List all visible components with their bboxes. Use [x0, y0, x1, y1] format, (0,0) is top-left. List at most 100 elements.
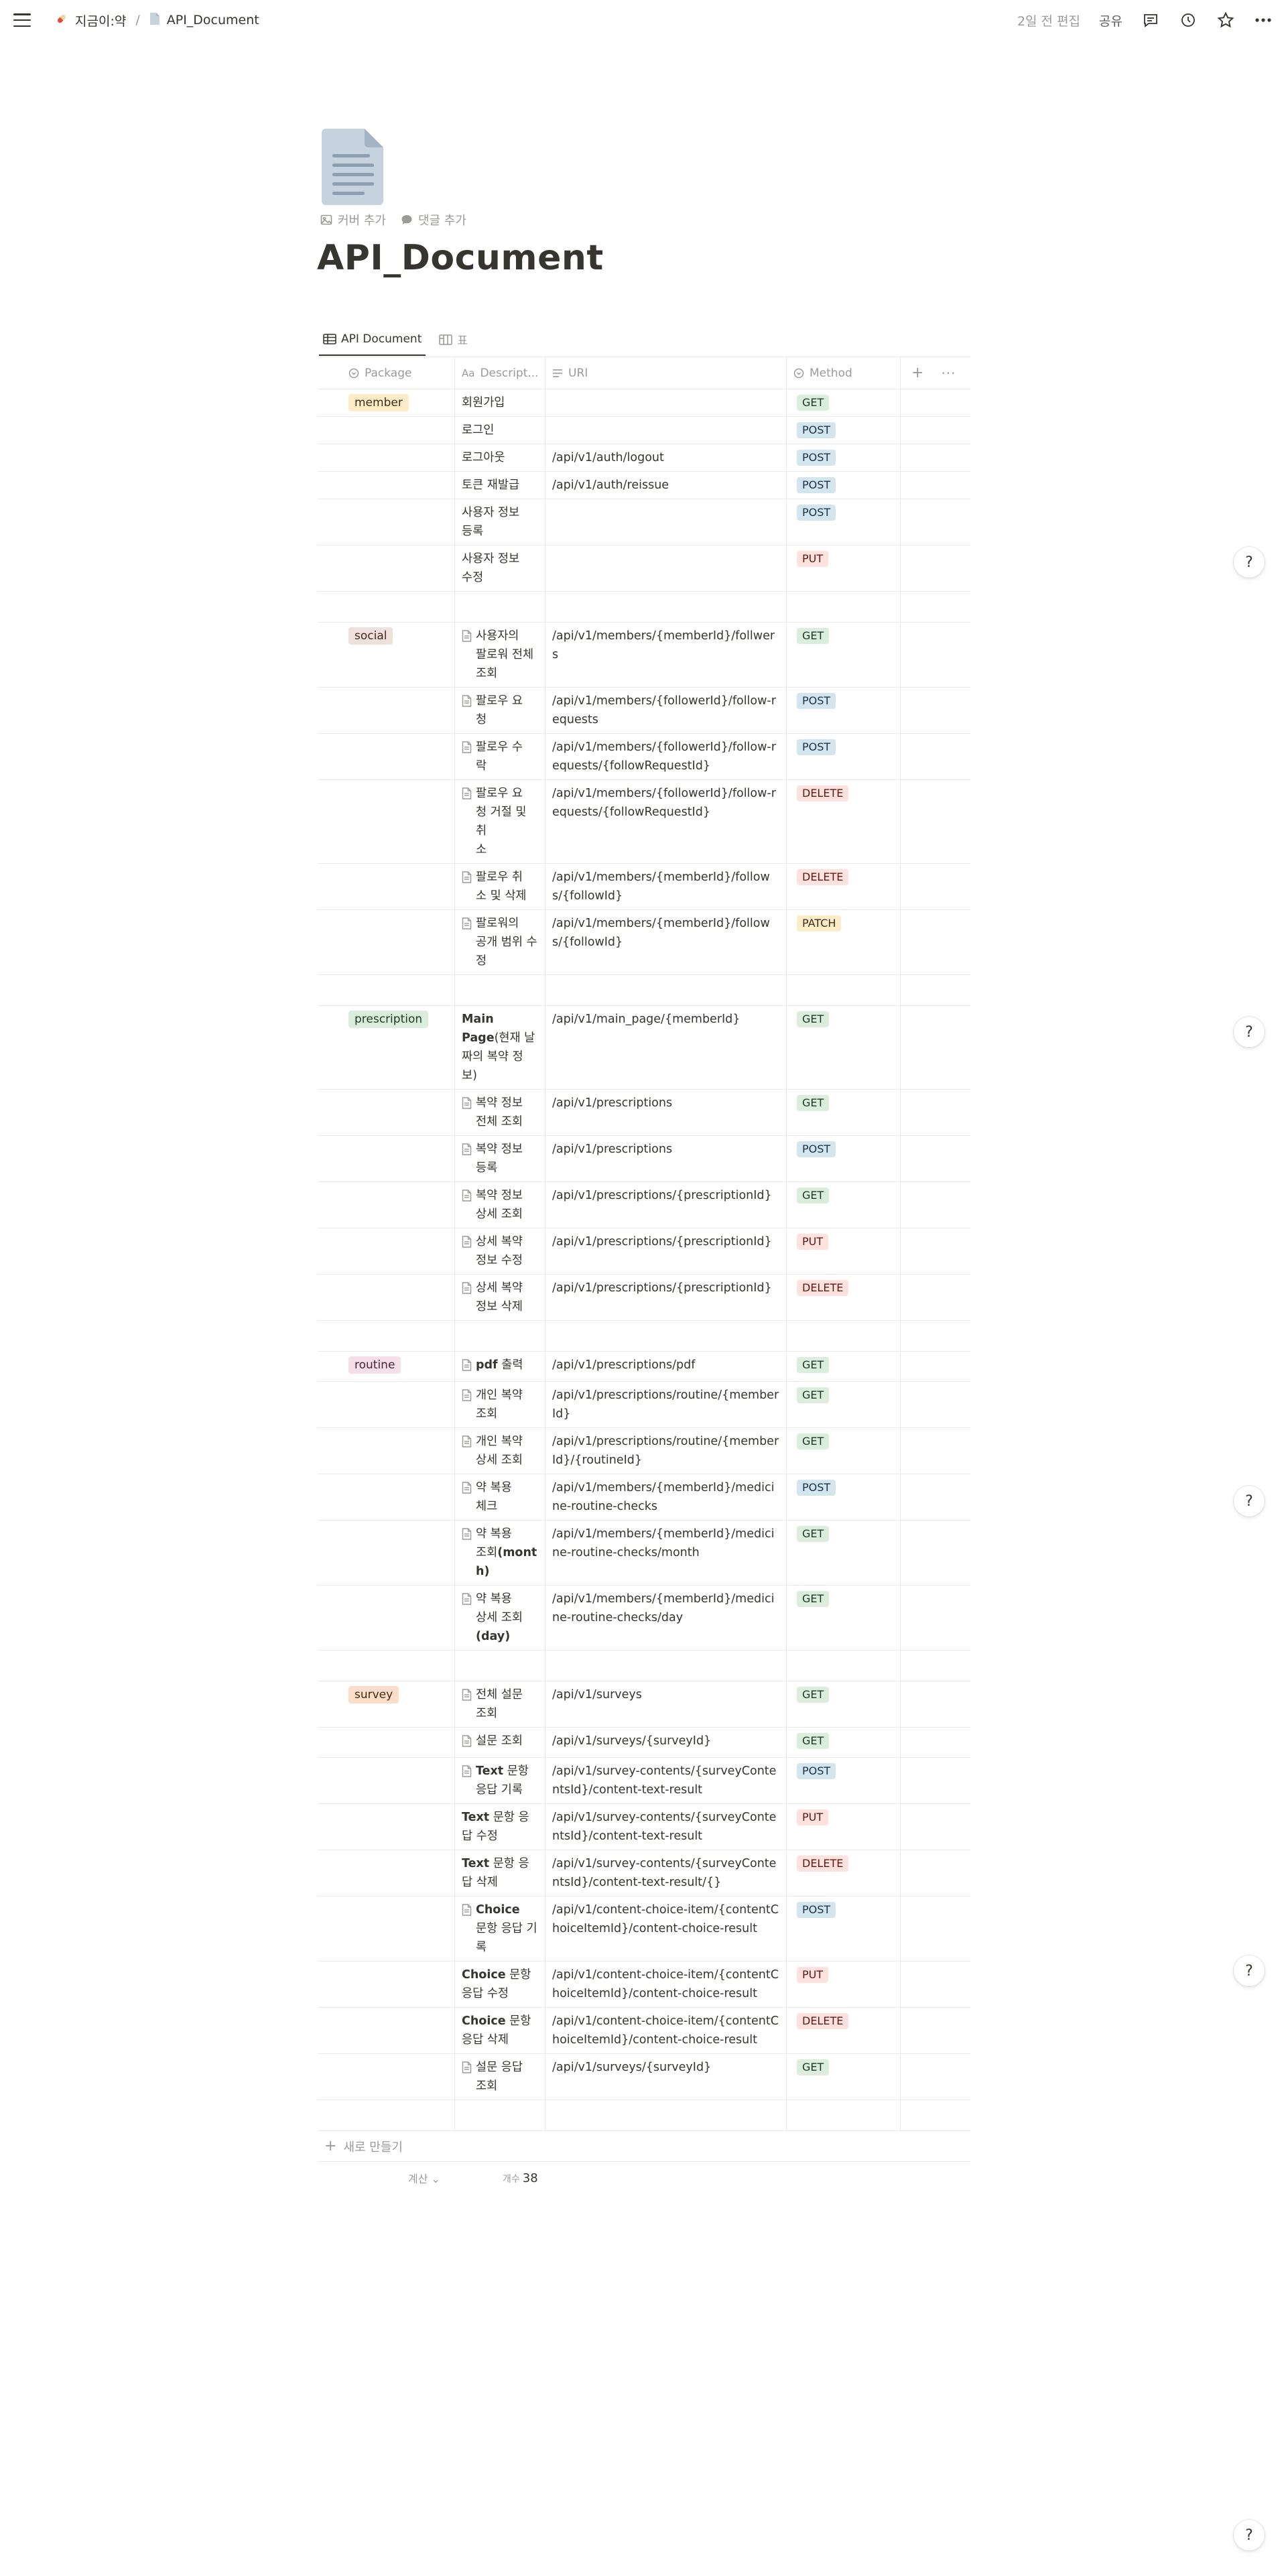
cell-package[interactable]: social	[318, 623, 455, 687]
calculate-dropdown[interactable]: 계산 ⌄	[408, 2170, 440, 2186]
table-row[interactable]: 사용자 정보 수정 PUT	[318, 545, 970, 592]
cell-method[interactable]: GET	[787, 1090, 901, 1135]
tab-api-document[interactable]: API Document	[319, 328, 426, 356]
cell-method[interactable]: GET	[787, 1428, 901, 1474]
cell-package[interactable]	[318, 1961, 455, 2007]
cell-uri[interactable]	[545, 389, 787, 416]
page-title[interactable]: API_Document	[317, 238, 604, 278]
cell-uri[interactable]	[545, 592, 787, 622]
table-row[interactable]	[318, 592, 970, 623]
cell-description[interactable]: 사용자 정보 등록	[455, 499, 545, 545]
cell-method[interactable]	[787, 1321, 901, 1351]
cell-uri[interactable]	[545, 1321, 787, 1351]
cell-method[interactable]: POST	[787, 1758, 901, 1803]
cell-description[interactable]: 약 복용 상세 조회 (day)	[455, 1586, 545, 1650]
table-row[interactable]	[318, 1651, 970, 1681]
more-options-icon[interactable]	[1254, 11, 1273, 29]
table-row[interactable]: 상세 복약 정보 삭제/api/v1/prescriptions/{prescri…	[318, 1275, 970, 1321]
table-row[interactable]	[318, 2100, 970, 2131]
table-row[interactable]: 약 복용 체크/api/v1/members/{memberId}/medicin…	[318, 1474, 970, 1521]
cell-method[interactable]: DELETE	[787, 2008, 901, 2053]
add-property-icon[interactable]: +	[911, 365, 923, 381]
table-row[interactable]: 복약 정보 등록/api/v1/prescriptions POST	[318, 1136, 970, 1182]
cell-method[interactable]: POST	[787, 444, 901, 471]
table-row[interactable]: Text 문항 응답 기록/api/v1/survey-contents/{sur…	[318, 1758, 970, 1804]
table-row[interactable]: 약 복용 상세 조회 (day) /api/v1/members/{memberId}…	[318, 1586, 970, 1651]
cell-description[interactable]: 설문 조회	[455, 1728, 545, 1757]
cell-uri[interactable]: /api/v1/content-choice-item/{contentChoi…	[545, 2008, 787, 2053]
cell-package[interactable]	[318, 780, 455, 863]
cell-method[interactable]: POST	[787, 734, 901, 779]
table-row[interactable]: 개인 복약 상세 조회/api/v1/prescriptions/routine/…	[318, 1428, 970, 1474]
cell-description[interactable]	[455, 975, 545, 1005]
cell-uri[interactable]	[545, 499, 787, 545]
cell-package[interactable]	[318, 975, 455, 1005]
more-icon[interactable]: ···	[941, 365, 956, 381]
cell-package[interactable]	[318, 1382, 455, 1427]
cell-method[interactable]: POST	[787, 688, 901, 733]
cell-description[interactable]: 팔로우 요청 거절 및 취소	[455, 780, 545, 863]
cell-package[interactable]	[318, 1586, 455, 1650]
cell-package[interactable]	[318, 499, 455, 545]
table-row[interactable]: member 회원가입 GET	[318, 389, 970, 417]
cell-description[interactable]: Text 문항 응답 기록	[455, 1758, 545, 1803]
cell-description[interactable]: Choice 문항 응답 삭제	[455, 2008, 545, 2053]
cell-description[interactable]: 복약 정보 상세 조회	[455, 1182, 545, 1228]
cell-package[interactable]	[318, 864, 455, 909]
cell-uri[interactable]: /api/v1/surveys/{surveyId}	[545, 1728, 787, 1757]
cell-method[interactable]: PUT	[787, 545, 901, 591]
help-button[interactable]: ?	[1234, 1486, 1265, 1517]
share-button[interactable]: 공유	[1099, 11, 1122, 29]
cell-package[interactable]	[318, 2054, 455, 2100]
table-row[interactable]: 팔로우 취소 및 삭제/api/v1/members/{memberId}/fo…	[318, 864, 970, 910]
cell-package[interactable]	[318, 1728, 455, 1757]
cell-uri[interactable]: /api/v1/auth/reissue	[545, 472, 787, 499]
cell-package[interactable]	[318, 1090, 455, 1135]
cell-uri[interactable]: /api/v1/members/{memberId}/follwers	[545, 623, 787, 687]
cell-package[interactable]: member	[318, 389, 455, 416]
table-row[interactable]: prescription Main Page(현재 날 짜의 복약 정 보) /api/v…	[318, 1006, 970, 1090]
table-row[interactable]: Choice 문항 응답 삭제/api/v1/content-choice-ite…	[318, 2008, 970, 2054]
table-row[interactable]: 설문 응답 조회/api/v1/surveys/{surveyId} GET	[318, 2054, 970, 2100]
cell-description[interactable]: Text 문항 응답 수정	[455, 1804, 545, 1850]
cell-uri[interactable]: /api/v1/members/{memberId}/follows/{foll…	[545, 910, 787, 974]
cell-uri[interactable]: /api/v1/auth/logout	[545, 444, 787, 471]
cell-uri[interactable]: /api/v1/survey-contents/{surveyContentsI…	[545, 1758, 787, 1803]
favorite-star-icon[interactable]	[1216, 11, 1235, 29]
cell-uri[interactable]: /api/v1/survey-contents/{surveyContentsI…	[545, 1804, 787, 1850]
cell-description[interactable]: 약 복용 조회(month)	[455, 1521, 545, 1585]
table-row[interactable]: 로그인 POST	[318, 417, 970, 444]
cell-package[interactable]	[318, 1896, 455, 1961]
cell-uri[interactable]: /api/v1/members/{followerId}/follow-requ…	[545, 734, 787, 779]
cell-package[interactable]	[318, 2008, 455, 2053]
cell-method[interactable]: GET	[787, 1382, 901, 1427]
help-button[interactable]: ?	[1234, 1955, 1265, 1986]
cell-description[interactable]: 약 복용 체크	[455, 1474, 545, 1520]
column-header-description[interactable]: Aa Descript...	[455, 357, 545, 389]
cell-description[interactable]: Main Page(현재 날 짜의 복약 정 보)	[455, 1006, 545, 1089]
table-row[interactable]: 복약 정보 전체 조회/api/v1/prescriptions GET	[318, 1090, 970, 1136]
cell-method[interactable]: DELETE	[787, 864, 901, 909]
cell-method[interactable]: POST	[787, 1474, 901, 1520]
cell-description[interactable]: 토큰 재발급	[455, 472, 545, 499]
cell-description[interactable]: 복약 정보 등록	[455, 1136, 545, 1181]
help-button[interactable]: ?	[1234, 2520, 1265, 2551]
cell-package[interactable]: prescription	[318, 1006, 455, 1089]
cell-uri[interactable]: /api/v1/members/{memberId}/medicine-rout…	[545, 1474, 787, 1520]
cell-method[interactable]	[787, 2100, 901, 2130]
table-row[interactable]: 설문 조회/api/v1/surveys/{surveyId} GET	[318, 1728, 970, 1758]
table-row[interactable]: 팔로우 요청 거절 및 취 소/api/v1/members/{followerI…	[318, 780, 970, 864]
cell-package[interactable]	[318, 545, 455, 591]
cell-package[interactable]	[318, 910, 455, 974]
cell-uri[interactable]: /api/v1/prescriptions/{prescriptionId}	[545, 1228, 787, 1274]
cell-description[interactable]: 팔로워의 공개 범위 수정	[455, 910, 545, 974]
tab-table[interactable]: 표	[435, 328, 472, 356]
cell-method[interactable]: PUT	[787, 1961, 901, 2007]
cell-method[interactable]: POST	[787, 472, 901, 499]
breadcrumb-workspace[interactable]: 지금이:약	[75, 11, 126, 29]
table-row[interactable]: 약 복용 조회(month)/api/v1/members/{memberId}/…	[318, 1521, 970, 1586]
cell-description[interactable]: Choice 문항 응답 기록	[455, 1896, 545, 1961]
cell-method[interactable]: PUT	[787, 1804, 901, 1850]
help-button[interactable]: ?	[1234, 1017, 1265, 1047]
cell-description[interactable]: 개인 복약 조회	[455, 1382, 545, 1427]
